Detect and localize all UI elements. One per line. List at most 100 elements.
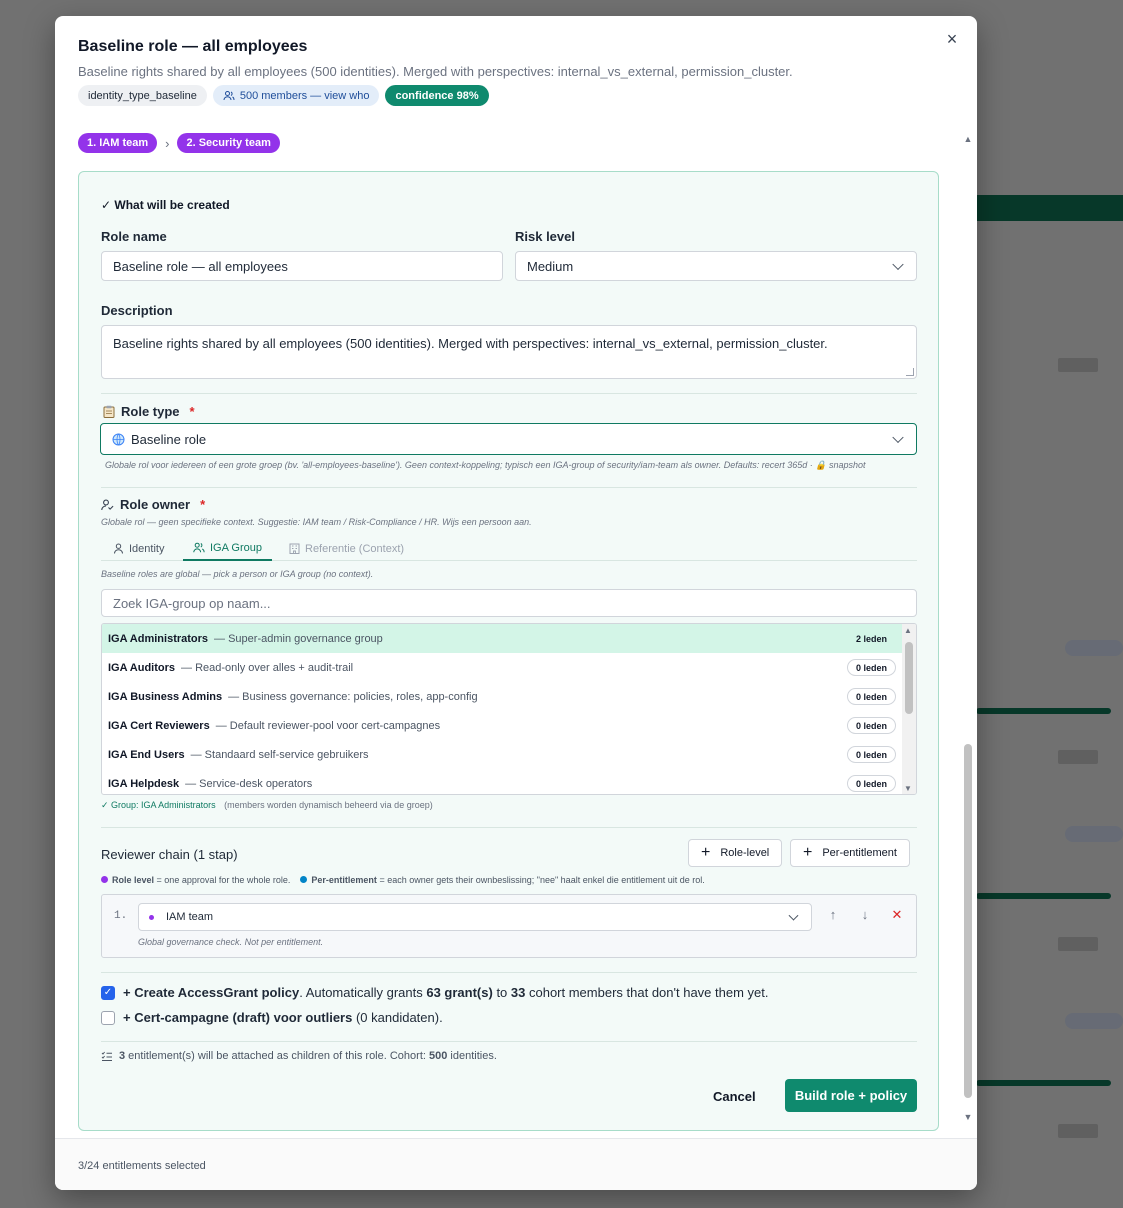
cert-campaign-option: + Cert-campagne (draft) voor outliers (0… xyxy=(101,1010,443,1025)
group-name: IGA Auditors xyxy=(108,661,176,674)
user-check-icon xyxy=(101,499,114,510)
scrollbar-thumb[interactable] xyxy=(964,744,972,1098)
group-search-input[interactable]: Zoek IGA-group op naam... xyxy=(101,589,917,617)
people-icon xyxy=(223,90,235,100)
owner-tabs: Identity IGA Group Referentie (Context) xyxy=(101,536,917,561)
add-per-entitlement-label: Per-entitlement xyxy=(822,847,897,859)
step-iam-team: 1. IAM team xyxy=(78,133,158,153)
role-type-select[interactable]: Baseline role xyxy=(100,423,917,455)
cancel-button[interactable]: Cancel xyxy=(701,1080,768,1112)
scroll-down-icon[interactable]: ▼ xyxy=(904,784,912,793)
tab-identity-label: Identity xyxy=(129,542,165,555)
role-owner-label-text: Role owner xyxy=(120,497,191,512)
owner-tab-hint: Baseline roles are global — pick a perso… xyxy=(101,569,374,579)
member-count-badge: 0 leden xyxy=(846,659,896,676)
move-up-icon[interactable]: ↑ xyxy=(824,907,842,927)
member-count-badge: 0 leden xyxy=(846,775,896,792)
list-item[interactable]: IGA Cert Reviewers — Default reviewer-po… xyxy=(102,711,902,740)
role-name-input[interactable]: Baseline role — all employees xyxy=(101,251,503,281)
checklist-icon xyxy=(101,1051,112,1061)
list-item[interactable]: IGA Auditors — Read-only over alles + au… xyxy=(102,653,902,682)
cert-campaign-checkbox[interactable] xyxy=(101,1010,115,1025)
tab-identity[interactable]: Identity xyxy=(103,536,174,561)
reviewer-legend: Role level = one approval for the whole … xyxy=(101,875,705,885)
policy-t3: cohort members that don't have them yet. xyxy=(525,985,769,1000)
scroll-up-icon[interactable]: ▲ xyxy=(904,626,912,635)
modal-footer: 3/24 entitlements selected xyxy=(55,1138,977,1190)
chevron-down-icon xyxy=(788,910,799,921)
move-down-icon[interactable]: ↓ xyxy=(856,907,874,927)
plus-icon: + xyxy=(803,844,813,861)
group-name: IGA Business Admins xyxy=(108,690,223,703)
scroll-down-icon[interactable]: ▼ xyxy=(963,1112,973,1122)
tab-iga-group[interactable]: IGA Group xyxy=(183,536,272,561)
list-item[interactable]: IGA Helpdesk — Service-desk operators 0 … xyxy=(102,769,902,794)
members-chip[interactable]: 500 members — view who xyxy=(212,85,380,106)
group-list: IGA Administrators — Super-admin governa… xyxy=(101,623,917,795)
entitlement-summary: 3 entitlement(s) will be attached as chi… xyxy=(101,1050,497,1062)
group-desc: — Super-admin governance group xyxy=(214,632,383,645)
plus-icon: + xyxy=(701,844,711,861)
role-type-value: Baseline role xyxy=(131,431,207,447)
role-level-dot xyxy=(149,914,154,920)
step-security-team: 2. Security team xyxy=(177,133,280,153)
scrollbar-thumb[interactable] xyxy=(905,642,913,714)
group-desc: — Business governance: policies, roles, … xyxy=(228,690,478,703)
list-item[interactable]: IGA Administrators — Super-admin governa… xyxy=(102,624,902,653)
reviewer-chain-title: Reviewer chain (1 stap) xyxy=(101,847,238,862)
modal-scroll-area[interactable]: ✓ What will be created Role name Baselin… xyxy=(78,171,940,1131)
member-count-badge: 2 leden xyxy=(855,633,887,644)
group-name: IGA Cert Reviewers xyxy=(108,719,210,732)
tab-iga-group-label: IGA Group xyxy=(210,541,262,554)
summary-t2: identities. xyxy=(447,1050,497,1062)
accessgrant-policy-text: + Create AccessGrant policy. Automatical… xyxy=(123,985,768,1000)
reviewer-value: IAM team xyxy=(166,911,214,923)
add-role-level-button[interactable]: + Role-level xyxy=(688,839,783,867)
people-icon xyxy=(193,542,205,553)
summary-text: 3 entitlement(s) will be attached as chi… xyxy=(119,1050,497,1062)
list-item[interactable]: IGA End Users — Standaard self-service g… xyxy=(102,740,902,769)
list-item[interactable]: IGA Business Admins — Business governanc… xyxy=(102,682,902,711)
modal-subtitle: Baseline rights shared by all employees … xyxy=(78,64,793,79)
modal-title: Baseline role — all employees xyxy=(78,38,308,55)
accessgrant-policy-checkbox[interactable]: ✓ xyxy=(101,985,115,1000)
member-count-badge: 0 leden xyxy=(846,717,896,734)
group-desc: — Service-desk operators xyxy=(185,777,313,790)
member-count-badge: 0 leden xyxy=(846,746,896,763)
cert-campaign-text: + Cert-campagne (draft) voor outliers (0… xyxy=(123,1010,443,1025)
reviewer-select[interactable]: IAM team xyxy=(138,903,812,931)
role-name-label: Role name xyxy=(101,229,167,244)
description-value: Baseline rights shared by all employees … xyxy=(113,336,828,351)
legend-role-level-text: = one approval for the whole role. xyxy=(156,875,291,885)
modal-scrollbar[interactable]: ▲ ▼ xyxy=(960,134,976,1122)
policy-grants: 63 grant(s) xyxy=(426,985,493,1000)
remove-icon[interactable]: ✕ xyxy=(888,907,906,927)
cert-suffix: (0 kandidaten). xyxy=(352,1010,443,1025)
risk-level-value: Medium xyxy=(527,258,574,274)
required-marker: * xyxy=(200,497,206,512)
building-icon xyxy=(289,543,300,554)
cert-prefix: + Cert-campagne (draft) voor outliers xyxy=(123,1010,353,1025)
policy-prefix: + Create AccessGrant policy xyxy=(123,985,300,1000)
modal-header: Baseline role — all employees Baseline r… xyxy=(78,38,937,106)
add-per-entitlement-button[interactable]: + Per-entitlement xyxy=(790,839,910,867)
legend-per-ent-text: = each owner gets their ownbeslissing; "… xyxy=(379,875,705,885)
resize-handle[interactable] xyxy=(906,368,914,376)
summary-t1: entitlement(s) will be attached as child… xyxy=(125,1050,429,1062)
divider xyxy=(101,972,917,973)
group-name: IGA Administrators xyxy=(108,632,209,645)
build-role-button[interactable]: Build role + policy xyxy=(785,1079,917,1112)
risk-level-select[interactable]: Medium xyxy=(515,251,917,281)
reviewer-hint: Global governance check. Not per entitle… xyxy=(138,937,324,947)
role-owner-label: Role owner * xyxy=(101,497,205,512)
policy-t2: to xyxy=(492,985,511,1000)
description-textarea[interactable]: Baseline rights shared by all employees … xyxy=(101,325,917,379)
build-role-modal: × Baseline role — all employees Baseline… xyxy=(55,16,977,1190)
policy-t1: . Automatically grants xyxy=(299,985,427,1000)
scroll-up-icon[interactable]: ▲ xyxy=(963,134,973,144)
close-icon[interactable]: × xyxy=(943,30,961,48)
role-owner-hint: Globale rol — geen specifieke context. S… xyxy=(101,517,532,527)
tab-referentie-label: Referentie (Context) xyxy=(305,542,405,555)
group-list-scrollbar[interactable]: ▲ ▼ xyxy=(902,624,916,794)
globe-icon xyxy=(112,433,125,445)
